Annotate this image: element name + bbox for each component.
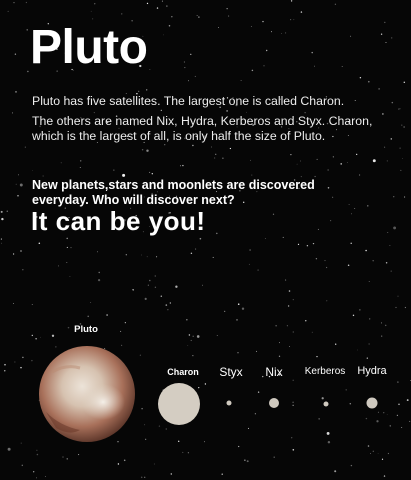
charon-moon <box>158 383 200 425</box>
pluto-planet <box>39 346 135 442</box>
nix-moon <box>269 398 279 408</box>
hydra-moon <box>366 397 378 409</box>
styx-moon <box>226 400 232 406</box>
kerberos-label: Kerberos <box>304 366 346 377</box>
styx-label: Styx <box>219 365 243 379</box>
nix-label: Nix <box>265 365 283 379</box>
size-comparison <box>39 346 378 442</box>
pluto-label: Pluto <box>74 324 98 335</box>
kerberos-moon <box>323 401 329 407</box>
hydra-label: Hydra <box>357 365 387 377</box>
charon-label: Charon <box>167 367 199 377</box>
